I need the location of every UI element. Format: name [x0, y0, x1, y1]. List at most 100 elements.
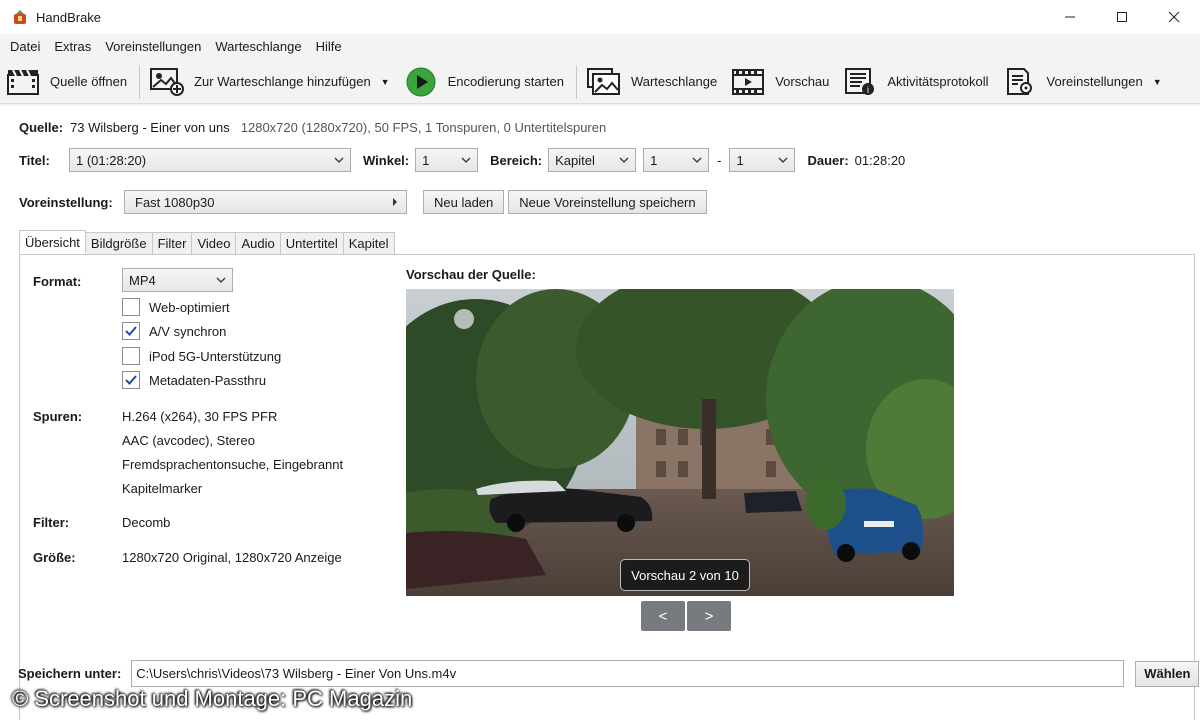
menu-bar: Datei Extras Voreinstellungen Warteschla…: [0, 34, 1200, 58]
title-select[interactable]: 1 (01:28:20): [69, 148, 351, 172]
angle-label: Winkel:: [363, 152, 410, 168]
main-panel: Quelle: 73 Wilsberg - Einer von uns 1280…: [0, 106, 1200, 720]
handbrake-app-icon: [12, 9, 28, 25]
minimize-button[interactable]: [1044, 0, 1096, 34]
preset-label: Voreinstellung:: [19, 194, 113, 210]
range-start-select[interactable]: 1: [643, 148, 710, 172]
tab-video[interactable]: Video: [191, 232, 237, 254]
format-select-value: MP4: [129, 272, 156, 288]
menu-voreinstellungen[interactable]: Voreinstellungen: [99, 39, 207, 54]
source-row: Quelle: 73 Wilsberg - Einer von uns 1280…: [19, 120, 606, 135]
film-clapper-icon: [6, 67, 40, 97]
open-source-label: Quelle öffnen: [50, 74, 128, 89]
chevron-down-icon: [779, 157, 788, 163]
save-as-label: Speichern unter:: [18, 666, 122, 681]
chevron-down-icon: [334, 157, 344, 163]
ipod-support-label: iPod 5G-Unterstützung: [149, 348, 282, 364]
checkmark-icon: [125, 375, 137, 385]
web-optimized-option[interactable]: Web-optimiert: [122, 298, 230, 316]
angle-select-value: 1: [422, 152, 430, 168]
menu-extras[interactable]: Extras: [48, 39, 97, 54]
preview-title: Vorschau der Quelle:: [406, 267, 536, 282]
tab-audio[interactable]: Audio: [235, 232, 281, 254]
presets-button[interactable]: Voreinstellungen ▼: [997, 60, 1170, 104]
range-label: Bereich:: [490, 152, 543, 168]
copyright-watermark: © Screenshot und Montage: PC Magazin: [12, 686, 413, 711]
preview-frame-picture: [406, 289, 954, 596]
menu-hilfe[interactable]: Hilfe: [310, 39, 348, 54]
presets-dropdown-icon[interactable]: ▼: [1153, 77, 1162, 87]
angle-select[interactable]: 1: [415, 148, 479, 172]
queue-button[interactable]: Warteschlange: [581, 60, 725, 104]
open-source-button[interactable]: Quelle öffnen: [0, 60, 135, 104]
source-name: 73 Wilsberg - Einer von uns: [70, 120, 230, 135]
menu-warteschlange[interactable]: Warteschlange: [209, 39, 307, 54]
range-dash: -: [717, 152, 722, 168]
destination-path-input[interactable]: C:\Users\chris\Videos\73 Wilsberg - Eine…: [131, 660, 1125, 687]
previous-preview-button[interactable]: <: [641, 601, 685, 631]
chevron-down-icon: [619, 157, 629, 163]
next-preview-button[interactable]: >: [687, 601, 731, 631]
source-preview-image: Vorschau 2 von 10: [406, 289, 954, 596]
preset-selector[interactable]: Fast 1080p30: [124, 190, 407, 214]
track-item: Fremdsprachentonsuche, Eingebrannt: [122, 457, 344, 472]
start-encode-label: Encodierung starten: [447, 74, 564, 89]
metadata-passthru-option[interactable]: Metadaten-Passthru: [122, 371, 266, 389]
add-picture-icon: [150, 67, 185, 97]
web-optimized-checkbox[interactable]: [122, 298, 140, 316]
checkmark-icon: [125, 326, 137, 336]
activity-log-button[interactable]: i Aktivitätsprotokoll: [837, 60, 996, 104]
range-type-select[interactable]: Kapitel: [548, 148, 637, 172]
preview-button[interactable]: Vorschau: [725, 60, 837, 104]
range-type-value: Kapitel: [555, 152, 595, 168]
add-to-queue-label: Zur Warteschlange hinzufügen: [194, 74, 371, 89]
save-new-preset-button[interactable]: Neue Voreinstellung speichern: [508, 190, 707, 214]
title-select-value: 1 (01:28:20): [76, 152, 147, 168]
maximize-button[interactable]: [1096, 0, 1148, 34]
tracks-label: Spuren:: [33, 409, 83, 424]
tab-summary[interactable]: Übersicht: [19, 230, 86, 254]
tab-chapters[interactable]: Kapitel: [342, 232, 395, 254]
size-value: 1280x720 Original, 1280x720 Anzeige: [122, 550, 342, 565]
av-sync-checkbox[interactable]: [122, 322, 140, 340]
minimize-icon: [1065, 16, 1075, 18]
menu-datei[interactable]: Datei: [4, 39, 46, 54]
range-end-select[interactable]: 1: [729, 148, 796, 172]
format-select[interactable]: MP4: [122, 268, 233, 292]
reload-preset-button[interactable]: Neu laden: [423, 190, 505, 214]
queue-label: Warteschlange: [630, 74, 718, 89]
title-label: Titel:: [19, 152, 50, 168]
title-row: Titel: 1 (01:28:20) Winkel: 1 Bereich: K…: [19, 148, 905, 172]
tab-dimensions[interactable]: Bildgröße: [84, 232, 153, 254]
preview-counter-badge: Vorschau 2 von 10: [620, 559, 750, 591]
source-label: Quelle:: [19, 120, 64, 135]
toolbar-separator: [575, 64, 577, 99]
filter-value: Decomb: [122, 515, 171, 530]
size-label: Größe:: [33, 550, 76, 565]
tab-subtitles[interactable]: Untertitel: [279, 232, 344, 254]
close-button[interactable]: [1148, 0, 1200, 34]
start-encode-button[interactable]: Encodierung starten: [398, 60, 572, 104]
add-to-queue-button[interactable]: Zur Warteschlange hinzufügen ▼: [144, 60, 397, 104]
ipod-support-checkbox[interactable]: [122, 347, 140, 365]
summary-panel: Format: MP4 Web-optimiert A/V synchron i…: [19, 254, 1195, 720]
toolbar-separator: [139, 64, 141, 99]
chevron-down-icon: [461, 157, 471, 163]
track-item: Kapitelmarker: [122, 481, 203, 496]
maximize-icon: [1117, 12, 1127, 22]
range-end-value: 1: [736, 152, 744, 168]
tab-filter[interactable]: Filter: [151, 232, 193, 254]
metadata-passthru-checkbox[interactable]: [122, 371, 140, 389]
chevron-right-icon: [393, 198, 397, 206]
av-sync-label: A/V synchron: [149, 323, 227, 339]
browse-button[interactable]: Wählen: [1135, 660, 1200, 687]
range-start-value: 1: [650, 152, 658, 168]
add-to-queue-dropdown-icon[interactable]: ▼: [381, 77, 390, 87]
source-info: 1280x720 (1280x720), 50 FPS, 1 Tonspuren…: [240, 120, 607, 135]
av-sync-option[interactable]: A/V synchron: [122, 322, 226, 340]
toolbar: Quelle öffnen Zur Warteschlange hinzufüg…: [0, 60, 1200, 104]
ipod-support-option[interactable]: iPod 5G-Unterstützung: [122, 347, 281, 365]
format-label: Format:: [33, 274, 82, 289]
preset-value: Fast 1080p30: [135, 194, 215, 210]
activity-log-icon: i: [843, 67, 877, 97]
